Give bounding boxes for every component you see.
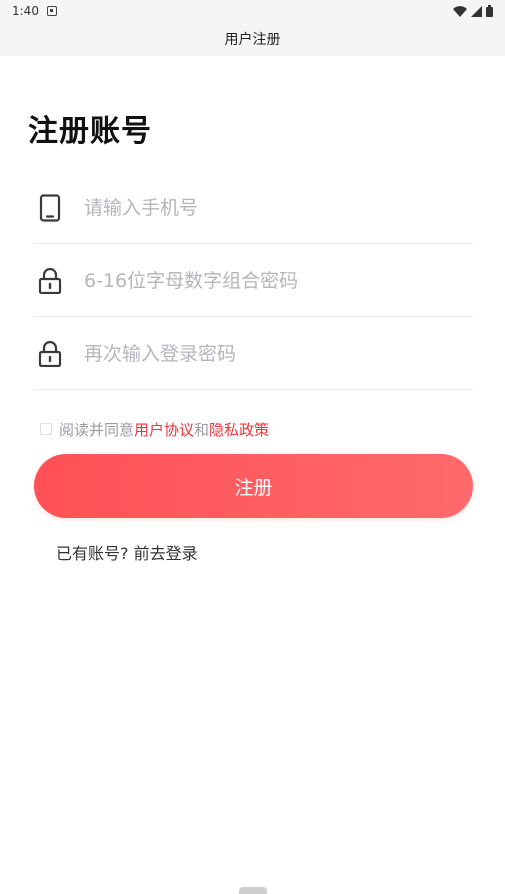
agreement-checkbox[interactable] xyxy=(40,423,52,435)
go-login-link[interactable]: 已有账号? 前去登录 xyxy=(56,540,198,564)
status-time: 1:40 xyxy=(12,4,39,18)
confirm-password-field[interactable] xyxy=(34,318,473,390)
status-icons xyxy=(453,5,493,17)
notification-icon xyxy=(46,6,57,16)
register-screen: 1:40 用户注册 注册账号 请输入手机号 阅读并同意 用户协议 和 隐私政策 … xyxy=(0,0,505,894)
nav-title: 用户注册 xyxy=(224,32,281,48)
confirm-password-input[interactable] xyxy=(84,342,444,365)
wifi-icon xyxy=(453,5,467,17)
lock-icon xyxy=(34,265,66,297)
lock-icon xyxy=(34,338,66,370)
battery-icon xyxy=(486,5,493,17)
agreement-prefix: 阅读并同意 xyxy=(59,420,135,439)
page-title: 注册账号 xyxy=(28,114,152,149)
register-button[interactable]: 注册 xyxy=(34,454,473,518)
navigation-bar: 用户注册 xyxy=(0,22,505,56)
privacy-policy-link[interactable]: 隐私政策 xyxy=(209,419,269,440)
home-indicator xyxy=(239,887,267,894)
phone-field[interactable] xyxy=(34,172,473,244)
signal-icon xyxy=(471,5,482,17)
phone-icon xyxy=(34,192,66,224)
user-agreement-link[interactable]: 用户协议 xyxy=(134,419,194,440)
password-field[interactable] xyxy=(34,245,473,317)
agreement-row: 阅读并同意 用户协议 和 隐私政策 xyxy=(40,418,269,440)
password-input[interactable] xyxy=(84,269,444,292)
phone-input[interactable] xyxy=(84,196,444,219)
status-bar: 1:40 xyxy=(0,0,505,22)
agreement-conjunction: 和 xyxy=(194,420,210,439)
